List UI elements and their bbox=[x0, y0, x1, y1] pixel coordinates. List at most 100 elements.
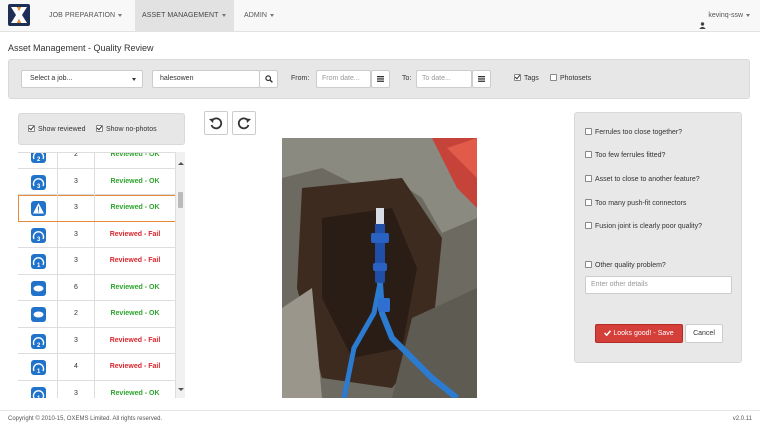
svg-text:1: 1 bbox=[37, 369, 41, 375]
rotate-right-button[interactable] bbox=[232, 111, 256, 135]
to-date-placeholder: To date... bbox=[422, 75, 451, 82]
user-menu[interactable]: kevinq-ssw bbox=[699, 0, 750, 32]
show-reviewed-checkbox[interactable] bbox=[28, 124, 35, 132]
tags-label: Tags bbox=[524, 75, 539, 82]
svg-text:1: 1 bbox=[37, 263, 41, 269]
table-row[interactable]: 1 3 Reviewed - OK bbox=[18, 380, 185, 398]
quality-check-item[interactable]: Too many push-fit connectors bbox=[585, 198, 687, 209]
scroll-up-icon[interactable] bbox=[178, 162, 184, 165]
show-reviewed-label: Show reviewed bbox=[38, 126, 86, 133]
show-no-photos-checkbox[interactable] bbox=[96, 124, 103, 132]
photo-count-cell: 3 bbox=[58, 221, 95, 247]
cancel-button[interactable]: Cancel bbox=[685, 324, 723, 343]
job-select-value: Select a job... bbox=[30, 75, 73, 82]
asset-type-cell: 2 bbox=[18, 153, 58, 168]
review-status-cell: Reviewed - OK bbox=[110, 204, 160, 211]
review-status-cell: Reviewed - OK bbox=[110, 389, 160, 397]
oval-icon bbox=[31, 280, 46, 296]
asset-photo bbox=[282, 138, 477, 398]
check-icon bbox=[604, 330, 612, 337]
tags-toggle[interactable]: Tags bbox=[514, 70, 539, 88]
other-problem-toggle[interactable]: Other quality problem? bbox=[585, 260, 666, 271]
show-no-photos-toggle[interactable]: Show no-photos bbox=[96, 121, 157, 139]
quality-check-checkbox[interactable] bbox=[585, 221, 592, 229]
rotate-left-button[interactable] bbox=[204, 111, 228, 135]
asset-type-cell bbox=[18, 274, 58, 300]
photosets-checkbox[interactable] bbox=[550, 73, 557, 81]
table-row[interactable]: 3 Reviewed - OK bbox=[18, 195, 185, 222]
table-scrollbar[interactable] bbox=[175, 152, 185, 398]
table-row[interactable]: 3 3 Reviewed - OK bbox=[18, 168, 185, 195]
from-date-input[interactable]: From date... bbox=[316, 70, 371, 88]
gauge-1-icon: 1 bbox=[31, 386, 46, 398]
table-row[interactable]: 2 3 Reviewed - Fail bbox=[18, 327, 185, 354]
asset-type-cell: 1 bbox=[18, 248, 58, 274]
to-label: To: bbox=[402, 75, 412, 82]
other-details-input[interactable]: Enter other details bbox=[585, 276, 732, 294]
table-row[interactable]: 2 Reviewed - OK bbox=[18, 301, 185, 328]
table-row[interactable]: 3 3 Reviewed - Fail bbox=[18, 221, 185, 248]
cancel-button-label: Cancel bbox=[693, 330, 715, 337]
caret-down-icon bbox=[270, 13, 275, 17]
job-select[interactable]: Select a job... bbox=[21, 70, 143, 88]
quality-check-checkbox[interactable] bbox=[585, 174, 592, 182]
nav-asset-management[interactable]: ASSET MANAGEMENT bbox=[135, 0, 234, 32]
photo-count-cell: 4 bbox=[58, 354, 95, 380]
quality-check-item[interactable]: Too few ferrules fitted? bbox=[585, 150, 665, 161]
to-date-input[interactable]: To date... bbox=[416, 70, 472, 88]
asset-type-cell: 3 bbox=[18, 221, 58, 247]
table-row[interactable]: 6 Reviewed - OK bbox=[18, 274, 185, 301]
search-input[interactable]: halesowen bbox=[152, 70, 260, 88]
asset-type-cell bbox=[18, 301, 58, 327]
quality-check-checkbox[interactable] bbox=[585, 198, 592, 206]
table-row[interactable]: 1 4 Reviewed - Fail bbox=[18, 354, 185, 381]
quality-check-label: Too many push-fit connectors bbox=[595, 200, 687, 207]
rotate-left-icon bbox=[209, 117, 223, 130]
from-date-calendar-button[interactable] bbox=[371, 70, 390, 88]
review-status-cell: Reviewed - Fail bbox=[109, 363, 161, 370]
warning-icon bbox=[31, 201, 46, 216]
photo-count-cell: 3 bbox=[58, 327, 95, 353]
nav-admin-label: ADMIN bbox=[244, 12, 268, 19]
scrollbar-thumb[interactable] bbox=[178, 192, 183, 208]
quality-check-label: Ferrules too close together? bbox=[595, 129, 683, 136]
footer: Copyright © 2010-15, OXEMS Limited. All … bbox=[0, 410, 760, 427]
gauge-3-icon: 3 bbox=[31, 174, 46, 190]
gauge-1-icon: 1 bbox=[31, 254, 46, 269]
search-icon bbox=[264, 75, 273, 83]
quality-check-item[interactable]: Fusion joint is clearly poor quality? bbox=[585, 221, 702, 232]
show-reviewed-toggle[interactable]: Show reviewed bbox=[28, 121, 85, 139]
review-status-cell: Reviewed - OK bbox=[110, 152, 160, 158]
search-button[interactable] bbox=[259, 70, 278, 88]
show-no-photos-label: Show no-photos bbox=[106, 126, 157, 133]
save-button[interactable]: Looks good! - Save bbox=[595, 324, 683, 343]
quality-check-item[interactable]: Asset to close to another feature? bbox=[585, 174, 700, 185]
photo-count-cell: 3 bbox=[58, 168, 95, 194]
save-button-label: Looks good! - Save bbox=[613, 330, 674, 337]
oxems-logo[interactable] bbox=[8, 4, 30, 26]
nav-admin[interactable]: ADMIN bbox=[238, 0, 280, 32]
nav-asset-management-label: ASSET MANAGEMENT bbox=[142, 12, 219, 19]
table-row[interactable]: 2 2 Reviewed - OK bbox=[18, 152, 185, 169]
quality-check-checkbox[interactable] bbox=[585, 150, 592, 158]
other-problem-checkbox[interactable] bbox=[585, 260, 592, 268]
photo-count-cell: 6 bbox=[58, 274, 95, 300]
review-status-cell: Reviewed - Fail bbox=[109, 230, 161, 238]
filter-bar: Select a job... halesowen From: From dat… bbox=[8, 59, 750, 99]
caret-down-icon bbox=[746, 13, 750, 17]
nav-job-preparation[interactable]: JOB PREPARATION bbox=[42, 0, 129, 32]
table-row[interactable]: 1 3 Reviewed - Fail bbox=[18, 248, 185, 275]
to-date-calendar-button[interactable] bbox=[472, 70, 491, 88]
quality-check-checkbox[interactable] bbox=[585, 127, 592, 135]
rotate-right-icon bbox=[237, 117, 251, 130]
scroll-down-icon[interactable] bbox=[178, 388, 184, 391]
user-icon bbox=[699, 12, 707, 29]
gauge-2-icon: 2 bbox=[31, 153, 46, 163]
photo-count-cell: 3 bbox=[58, 380, 95, 398]
photosets-toggle[interactable]: Photosets bbox=[550, 70, 591, 88]
asset-type-cell: 1 bbox=[18, 380, 58, 398]
quality-check-item[interactable]: Ferrules too close together? bbox=[585, 127, 683, 138]
tags-checkbox[interactable] bbox=[514, 73, 521, 81]
other-problem-label: Other quality problem? bbox=[595, 262, 666, 269]
page-title: Asset Management - Quality Review bbox=[8, 43, 154, 53]
